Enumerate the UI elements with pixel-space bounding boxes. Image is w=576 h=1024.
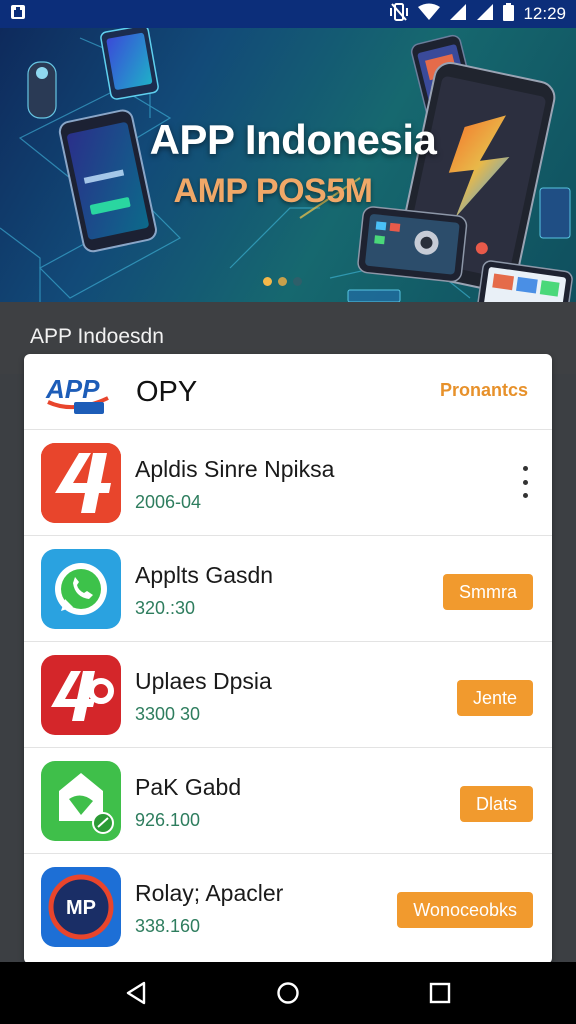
mp-icon: MP — [41, 867, 121, 947]
app-name: Uplaes Dpsia — [135, 668, 272, 694]
signal-icon — [449, 3, 467, 26]
vibrate-icon — [389, 2, 409, 26]
list-item[interactable]: MP Rolay; Apacler 338.160 Wonoceobks — [24, 854, 552, 960]
app-meta: 2006-04 — [135, 492, 202, 512]
app-name: Applts Gasdn — [135, 562, 274, 588]
wifi-icon — [418, 3, 441, 26]
app-action-button[interactable]: Jente — [456, 680, 533, 716]
list-item[interactable]: Uplaes Dpsia 3300 30 Jente — [24, 642, 552, 748]
app-logo-icon: APP — [44, 368, 114, 416]
app-4p-icon — [41, 655, 121, 735]
app-name: PaK Gabd — [135, 774, 242, 800]
card-header-link[interactable]: Pronantcs — [440, 380, 528, 401]
card-logo-text: APP — [45, 374, 100, 404]
card-header: APP OPY Pronantcs — [24, 354, 552, 430]
list-item[interactable]: Apldis Sinre Npiksa 2006-04 — [24, 430, 552, 536]
app-name: Rolay; Apacler — [135, 880, 284, 906]
list-item[interactable]: Applts Gasdn 320.:30 Smmra — [24, 536, 552, 642]
app-action-button[interactable]: Smmra — [443, 574, 533, 610]
whatsapp-icon — [41, 549, 121, 629]
list-item[interactable]: PaK Gabd 926.100 Dlats — [24, 748, 552, 854]
more-options-icon[interactable] — [520, 466, 530, 498]
app-action-button[interactable]: Wonoceobks — [397, 892, 533, 928]
home-icon[interactable] — [268, 973, 308, 1013]
navigation-bar — [0, 962, 576, 1024]
back-icon[interactable] — [116, 973, 156, 1013]
banner-subtitle: AMP POS5M — [173, 172, 373, 210]
signal-icon — [476, 3, 494, 26]
recents-icon[interactable] — [420, 973, 460, 1013]
status-time: 12:29 — [523, 4, 566, 23]
banner-artwork — [0, 28, 573, 302]
battery-icon — [503, 2, 515, 26]
carousel-dot[interactable] — [278, 277, 287, 286]
app-list-card: APP OPY Pronantcs Apldis Sinre Npiksa 20… — [24, 354, 552, 964]
carousel-dot[interactable] — [293, 277, 302, 286]
app-meta: 3300 30 — [135, 704, 201, 724]
banner-title: APP Indonesia — [149, 116, 437, 163]
card-title: OPY — [136, 376, 198, 408]
app-4-icon — [41, 443, 121, 523]
app-meta: 338.160 — [135, 916, 201, 936]
app-meta: 320.:30 — [135, 598, 196, 618]
app-name: Apldis Sinre Npiksa — [135, 456, 335, 482]
map-pin-icon — [41, 761, 121, 841]
svg-text:MP: MP — [66, 897, 96, 919]
section-title: APP Indoesdn — [30, 325, 164, 348]
app-notification-icon — [10, 4, 26, 25]
promo-banner[interactable]: APP Indonesia AMP POS5M — [0, 28, 576, 302]
carousel-indicator — [263, 277, 302, 286]
status-bar: 12:29 — [0, 0, 576, 28]
app-action-button[interactable]: Dlats — [459, 786, 533, 822]
app-meta: 926.100 — [135, 810, 201, 830]
carousel-dot-active[interactable] — [263, 277, 272, 286]
